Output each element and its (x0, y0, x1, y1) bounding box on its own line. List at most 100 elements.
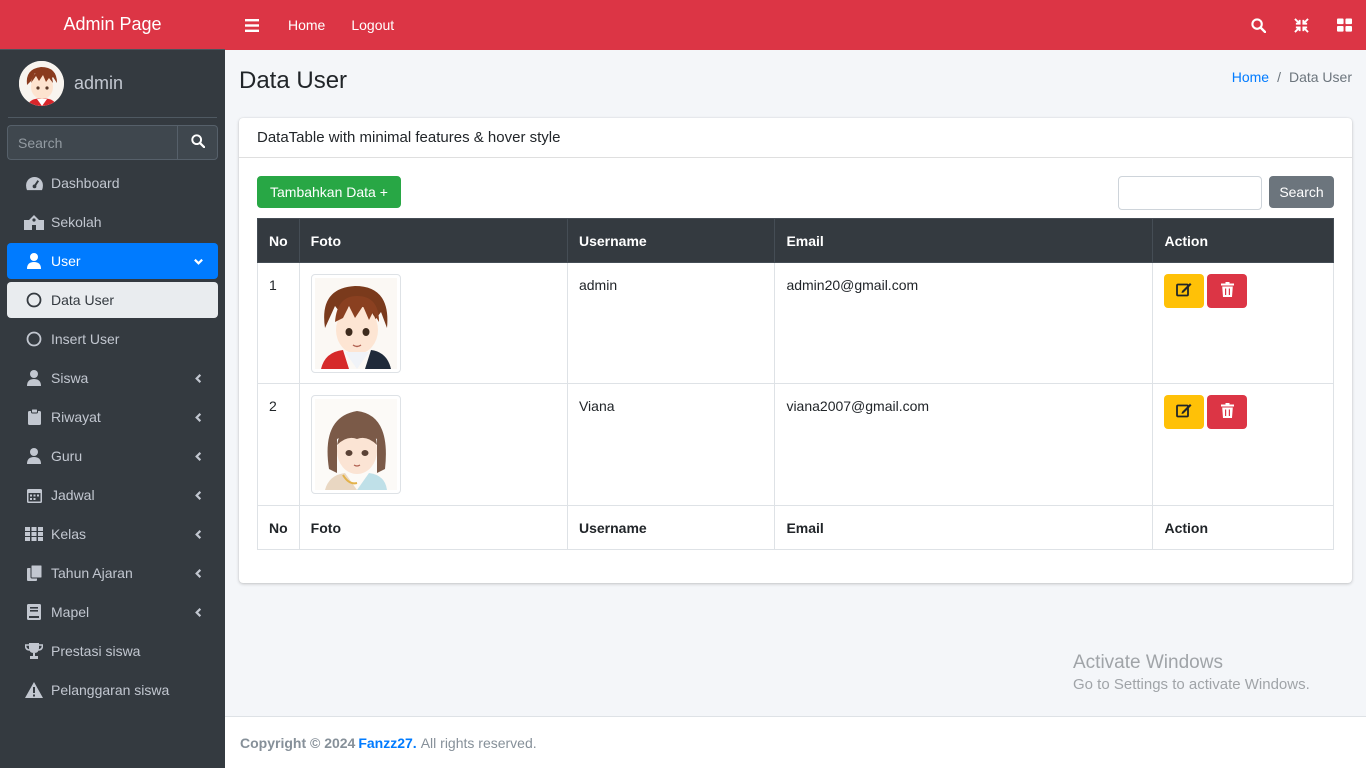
sidebar-item-dashboard[interactable]: Dashboard (7, 165, 218, 201)
edit-icon (1176, 403, 1192, 421)
sidebar-item-label: User (51, 253, 81, 269)
trash-icon (1220, 403, 1234, 421)
table-row: 2 Viana viana2007@gmail.com (257, 383, 1334, 506)
sidebar-item-user[interactable]: User (7, 243, 218, 279)
breadcrumb-current: Data User (1288, 69, 1352, 85)
sidebar-item-label: Jadwal (51, 487, 95, 503)
sidebar-item-label: Pelanggaran siswa (51, 682, 170, 698)
row-number: 1 (257, 262, 300, 384)
page-title: Data User (239, 67, 348, 94)
column-header[interactable]: Foto (298, 218, 568, 263)
sidebar-item-siswa[interactable]: Siswa (7, 360, 218, 396)
sidebar-item-insert-user[interactable]: Insert User (7, 321, 218, 357)
chevron-left-icon (193, 488, 204, 504)
column-header[interactable]: Username (566, 218, 776, 263)
footer-copyright: Copyright © 2024 (240, 734, 356, 751)
chevron-left-icon (193, 410, 204, 426)
sidebar-item-label: Riwayat (51, 409, 101, 425)
widgets-icon[interactable] (1323, 18, 1366, 32)
sidebar-item-label: Insert User (51, 331, 120, 347)
delete-button[interactable] (1207, 274, 1248, 308)
trash-icon (1220, 282, 1234, 300)
windows-activation-watermark: Activate Windows Go to Settings to activ… (1073, 652, 1310, 693)
delete-button[interactable] (1207, 395, 1248, 429)
card-title: DataTable with minimal features & hover … (239, 118, 1352, 158)
nav-home-link[interactable]: Home (279, 17, 334, 33)
sidebar-item-jadwal[interactable]: Jadwal (7, 477, 218, 513)
brand-text: Admin Page (63, 14, 162, 34)
circle-icon (24, 330, 44, 348)
chevron-down-icon (193, 254, 204, 270)
sidebar-search-button[interactable] (177, 125, 218, 160)
edit-button[interactable] (1164, 395, 1205, 429)
user-name[interactable]: admin (74, 73, 123, 94)
brand-link[interactable]: Admin Page (0, 0, 225, 50)
footer-brand-link[interactable]: Fanzz27. (358, 735, 416, 751)
table-footer-row: No Foto Username Email Action (257, 505, 1334, 550)
sidebar-item-sekolah[interactable]: Sekolah (7, 204, 218, 240)
edit-button[interactable] (1164, 274, 1205, 308)
sidebar-item-label: Tahun Ajaran (51, 565, 133, 581)
sidebar-item-data-user[interactable]: Data User (7, 282, 218, 318)
user-icon (24, 369, 44, 387)
avatar[interactable] (19, 61, 64, 106)
sidebar-search (7, 125, 218, 160)
sidebar-search-input[interactable] (7, 125, 177, 160)
sidebar-item-label: Guru (51, 448, 83, 464)
column-footer: Action (1152, 505, 1334, 550)
column-header[interactable]: Email (774, 218, 1154, 263)
sidebar-nav: Dashboard Sekolah User Data User Insert … (0, 165, 225, 708)
action-cell (1152, 383, 1334, 506)
breadcrumb-separator: / (1277, 69, 1281, 85)
copy-icon (24, 564, 44, 582)
table-search-input[interactable] (1118, 176, 1262, 210)
email-cell: viana2007@gmail.com (774, 383, 1154, 506)
chevron-left-icon (193, 449, 204, 465)
column-footer: Foto (298, 505, 568, 550)
trophy-icon (24, 642, 44, 660)
watermark-subtitle: Go to Settings to activate Windows. (1073, 676, 1310, 693)
table-search-button[interactable]: Search (1269, 176, 1334, 208)
row-number: 2 (257, 383, 300, 506)
hamburger-menu-icon[interactable] (225, 18, 279, 32)
sidebar-item-label: Sekolah (51, 214, 102, 230)
grid-icon (24, 525, 44, 543)
chevron-left-icon (193, 566, 204, 582)
user-panel: admin (8, 50, 217, 118)
user-photo (310, 395, 401, 494)
watermark-title: Activate Windows (1073, 652, 1223, 673)
email-cell: admin20@gmail.com (774, 262, 1154, 384)
sidebar-item-guru[interactable]: Guru (7, 438, 218, 474)
warning-icon (24, 681, 44, 699)
sidebar: Admin Page admin Dashboard (0, 0, 225, 768)
photo-cell (298, 383, 568, 506)
table-row: 1 admin admin20@gmail.com (257, 262, 1334, 384)
photo-cell (298, 262, 568, 384)
sidebar-item-riwayat[interactable]: Riwayat (7, 399, 218, 435)
column-header[interactable]: No (257, 218, 300, 263)
sidebar-item-label: Prestasi siswa (51, 643, 141, 659)
school-icon (24, 213, 44, 231)
action-cell (1152, 262, 1334, 384)
username-cell: Viana (566, 383, 776, 506)
search-icon[interactable] (1237, 17, 1280, 33)
breadcrumb: Home / Data User (1232, 69, 1352, 85)
username-cell: admin (566, 262, 776, 384)
sidebar-item-mapel[interactable]: Mapel (7, 594, 218, 630)
fullscreen-icon[interactable] (1280, 17, 1323, 33)
user-icon (24, 252, 44, 270)
sidebar-item-prestasi[interactable]: Prestasi siswa (7, 633, 218, 669)
column-header[interactable]: Action (1152, 218, 1334, 263)
sidebar-item-label: Data User (51, 292, 115, 308)
column-footer: Username (566, 505, 776, 550)
sidebar-item-pelanggaran[interactable]: Pelanggaran siswa (7, 672, 218, 708)
user-icon (24, 447, 44, 465)
data-card: DataTable with minimal features & hover … (239, 118, 1352, 583)
sidebar-item-label: Kelas (51, 526, 87, 542)
sidebar-item-kelas[interactable]: Kelas (7, 516, 218, 552)
breadcrumb-home-link[interactable]: Home (1232, 69, 1269, 85)
add-data-button[interactable]: Tambahkan Data + (257, 176, 401, 208)
column-footer: No (257, 505, 300, 550)
sidebar-item-tahun-ajaran[interactable]: Tahun Ajaran (7, 555, 218, 591)
nav-logout-link[interactable]: Logout (342, 17, 403, 33)
